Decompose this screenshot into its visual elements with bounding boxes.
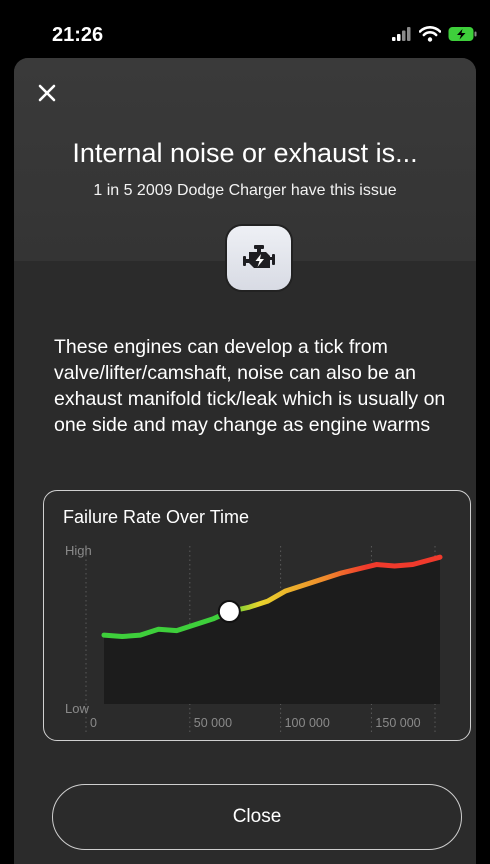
close-button[interactable]: Close (52, 784, 462, 850)
y-tick-label: High (65, 543, 92, 558)
engine-icon (243, 245, 275, 268)
x-tick-label: 0 (90, 716, 97, 730)
failure-rate-chart-card: Failure Rate Over Time High Low 0 50 000 100… (43, 490, 471, 741)
failure-rate-chart: High Low0 50 000 100 000 150 000 (65, 543, 443, 733)
x-tick-label: 50 000 (194, 716, 232, 730)
x-tick-label: 100 000 (285, 716, 330, 730)
sheet-title: Internal noise or exhaust is... (72, 138, 418, 168)
engine-icon-tile (227, 226, 291, 290)
wifi-icon (419, 26, 441, 42)
cellular-signal-icon (392, 27, 411, 41)
issue-description: These engines can develop a tick from va… (54, 336, 446, 436)
issue-sheet: Internal noise or exhaust is... 1 in 5 2… (14, 58, 476, 864)
status-bar: 21:26 (0, 0, 490, 58)
status-icons (392, 24, 478, 44)
y-tick-label: Low (65, 701, 89, 716)
close-icon[interactable] (36, 82, 58, 104)
x-tick-label: 150 000 (375, 716, 420, 730)
current-mileage-marker (217, 600, 241, 624)
sheet-subtitle: 1 in 5 2009 Dodge Charger have this issu… (93, 182, 397, 199)
status-time: 21:26 (52, 24, 104, 46)
battery-charging-icon (448, 27, 477, 41)
